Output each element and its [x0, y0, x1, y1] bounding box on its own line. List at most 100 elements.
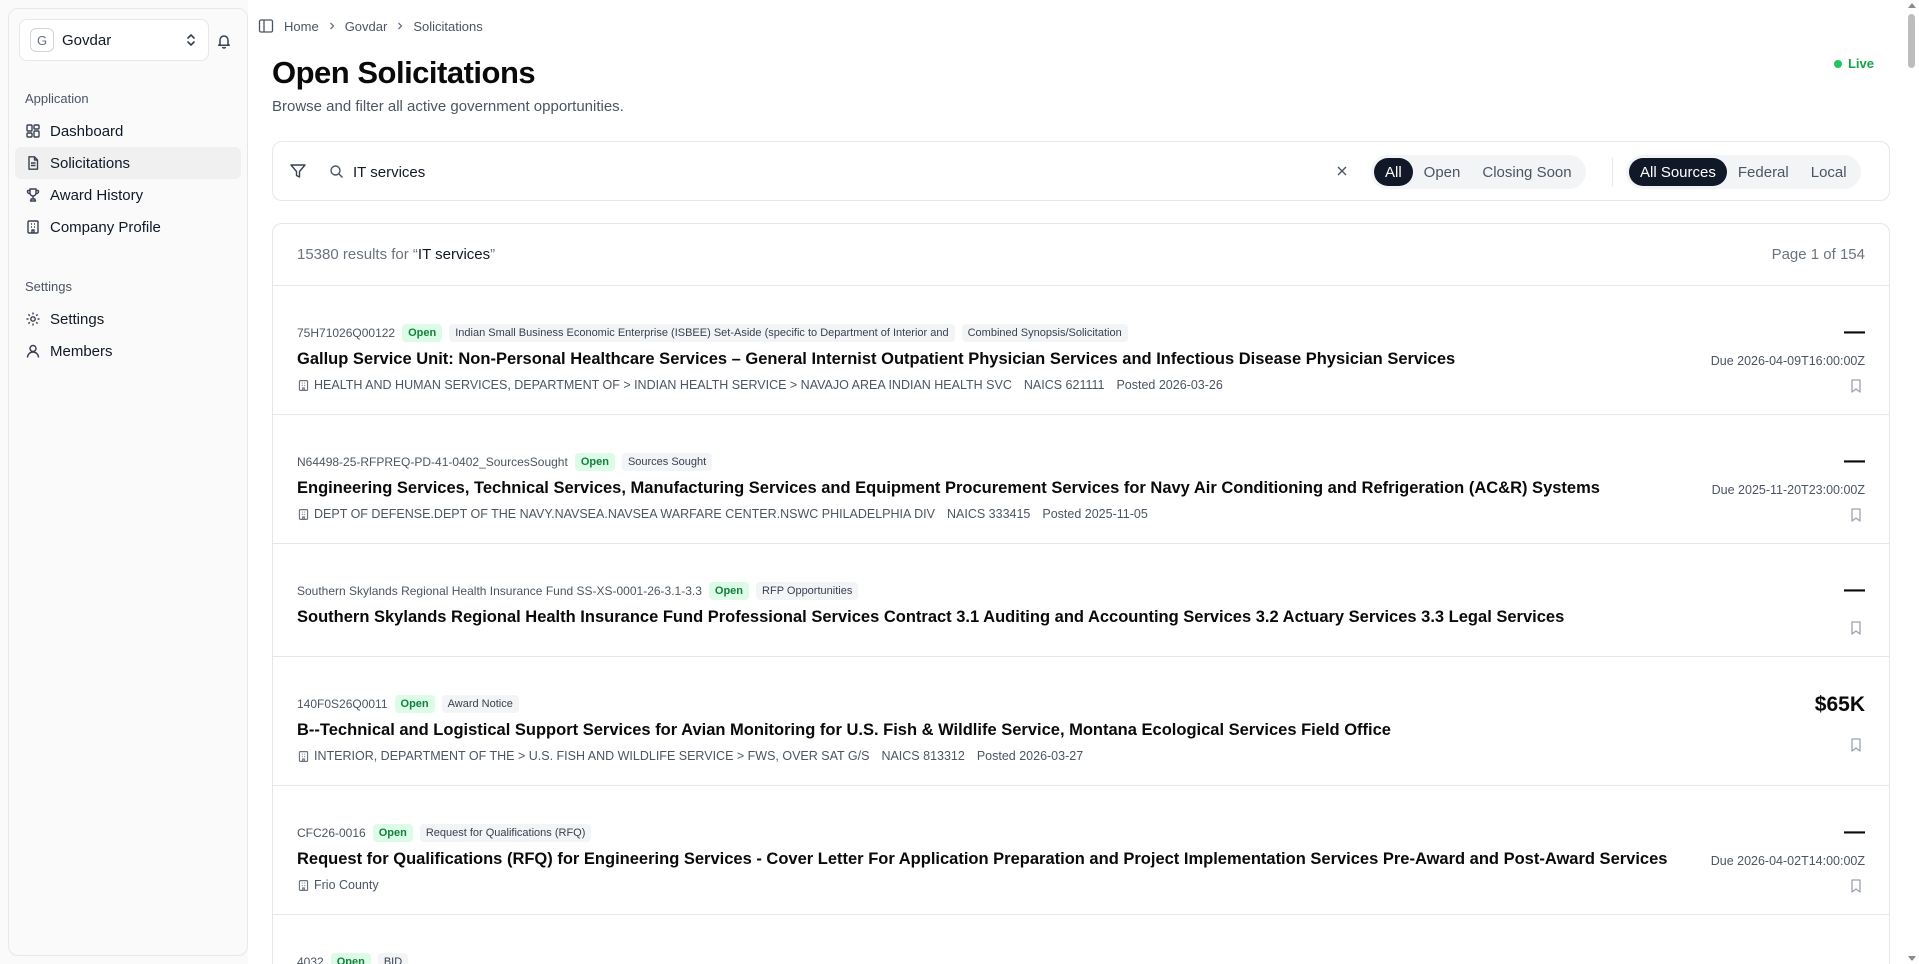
solicitation-title[interactable]: Southern Skylands Regional Health Insura…	[297, 608, 1865, 627]
breadcrumb-home[interactable]: Home	[284, 19, 319, 34]
notice-type-badge: BID	[377, 953, 409, 964]
filter-icon[interactable]	[289, 162, 307, 180]
status-badge: Open	[372, 824, 413, 842]
scroll-down-arrow-icon[interactable]	[1908, 956, 1916, 961]
solicitation-id: 140F0S26Q0011	[297, 697, 388, 711]
scroll-up-arrow-icon[interactable]	[1908, 3, 1916, 8]
status-badge: Open	[402, 324, 443, 342]
gear-icon	[26, 312, 40, 326]
close-icon[interactable]	[1335, 164, 1349, 178]
due-date: Due 2026-04-09T16:00:00Z	[1710, 354, 1865, 368]
sidebar: G Govdar Application Dashboard Solicitat…	[8, 8, 248, 956]
sidebar-item-label: Award History	[50, 186, 144, 204]
solicitation-row[interactable]: 140F0S26Q0011 Open Award Notice B--Techn…	[273, 657, 1889, 786]
document-icon	[28, 156, 39, 170]
workspace-name: Govdar	[62, 31, 112, 49]
award-amount: —	[1844, 820, 1865, 843]
status-badge: Open	[708, 582, 750, 600]
row-meta: 140F0S26Q0011 Open Award Notice	[297, 657, 1865, 713]
solicitation-row[interactable]: 75H71026Q00122 Open Indian Small Busines…	[273, 286, 1889, 415]
sidebar-item-label: Dashboard	[50, 122, 124, 140]
scrollbar-thumb[interactable]	[1908, 14, 1915, 68]
status-filter-all[interactable]: All	[1374, 158, 1413, 186]
sidebar-item-solicitations[interactable]: Solicitations	[15, 147, 241, 179]
notice-type-badge: Combined Synopsis/Solicitation	[961, 324, 1128, 342]
bookmark-icon[interactable]	[1849, 878, 1863, 894]
nav-heading: Settings	[25, 279, 72, 294]
bookmark-icon[interactable]	[1849, 620, 1863, 636]
nav-heading: Application	[25, 91, 89, 106]
notice-type-badge: RFP Opportunities	[756, 582, 859, 600]
row-meta: 4032 Open BID	[297, 915, 1865, 964]
status-badge: Open	[394, 695, 435, 713]
sidebar-item-award-history[interactable]: Award History	[15, 179, 241, 211]
row-agency: HEALTH AND HUMAN SERVICES, DEPARTMENT OF…	[297, 378, 1865, 392]
notice-type-badge: Request for Qualifications (RFQ)	[419, 824, 592, 842]
status-filter-open[interactable]: Open	[1413, 158, 1472, 186]
solicitation-id: Southern Skylands Regional Health Insura…	[297, 584, 702, 598]
building-icon	[298, 508, 309, 520]
sidebar-item-company-profile[interactable]: Company Profile	[15, 211, 241, 243]
due-date: Due 2025-11-20T23:00:00Z	[1711, 483, 1865, 497]
row-meta: CFC26-0016 Open Request for Qualificatio…	[297, 786, 1865, 842]
naics-code: NAICS 813312	[881, 749, 965, 763]
award-amount: —	[1844, 320, 1865, 343]
source-filter-local[interactable]: Local	[1800, 158, 1858, 186]
solicitation-row[interactable]: CFC26-0016 Open Request for Qualificatio…	[273, 786, 1889, 915]
set-aside-badge: Indian Small Business Economic Enterpris…	[449, 324, 955, 342]
live-status: Live	[1833, 56, 1874, 71]
bookmark-icon[interactable]	[1849, 507, 1863, 523]
sidebar-item-label: Company Profile	[50, 218, 161, 236]
building-icon	[298, 879, 309, 891]
building-icon	[27, 220, 39, 234]
chevron-up-down-icon	[187, 34, 195, 46]
status-filter-group: All Open Closing Soon	[1371, 155, 1586, 189]
building-icon	[298, 379, 309, 391]
breadcrumb-solicitations: Solicitations	[413, 18, 483, 34]
solicitation-title[interactable]: Engineering Services, Technical Services…	[297, 479, 1865, 498]
results-header: 15380 results for “IT services” Page 1 o…	[273, 224, 1889, 286]
results-count: 15380 results for “IT services”	[297, 246, 495, 263]
due-date: Due 2026-04-02T14:00:00Z	[1710, 854, 1865, 868]
solicitation-title[interactable]: Gallup Service Unit: Non-Personal Health…	[297, 350, 1865, 369]
workspace-avatar: G	[30, 28, 54, 52]
solicitation-row[interactable]: N64498-25-RFPREQ-PD-41-0402_SourcesSough…	[273, 415, 1889, 544]
row-agency: Frio County	[297, 878, 1865, 892]
bookmark-icon[interactable]	[1849, 737, 1863, 753]
sidebar-item-label: Solicitations	[50, 154, 131, 172]
results-query: IT services	[417, 246, 491, 263]
award-amount: —	[1844, 578, 1865, 601]
breadcrumb-govdar[interactable]: Govdar	[345, 19, 388, 34]
bell-icon[interactable]	[214, 31, 234, 51]
chevron-right-icon	[329, 22, 335, 30]
workspace-switcher[interactable]: G Govdar	[19, 19, 209, 61]
live-dot-icon	[1833, 59, 1842, 68]
source-filter-federal[interactable]: Federal	[1727, 158, 1800, 186]
solicitation-row[interactable]: Southern Skylands Regional Health Insura…	[273, 544, 1889, 657]
notice-type-badge: Award Notice	[441, 695, 519, 713]
results-count-number: 15380	[297, 246, 339, 263]
agency-name: Frio County	[314, 878, 379, 892]
filter-bar: All Open Closing Soon All Sources Federa…	[272, 141, 1890, 201]
trophy-icon	[26, 188, 40, 202]
solicitation-row[interactable]: 4032 Open BID	[273, 915, 1889, 964]
search-input[interactable]	[353, 157, 1153, 187]
posted-date: Posted 2026-03-27	[976, 749, 1084, 763]
source-filter-all[interactable]: All Sources	[1629, 158, 1727, 186]
main-content: Home Govdar Solicitations Live Open Soli…	[248, 0, 1904, 964]
sidebar-item-label: Members	[50, 342, 113, 360]
sidebar-toggle-icon[interactable]	[258, 18, 274, 34]
solicitation-title[interactable]: B--Technical and Logistical Support Serv…	[297, 721, 1865, 740]
status-filter-closing-soon[interactable]: Closing Soon	[1471, 158, 1582, 186]
source-filter-group: All Sources Federal Local	[1626, 155, 1861, 189]
solicitation-title[interactable]: Request for Qualifications (RFQ) for Eng…	[297, 850, 1865, 869]
bookmark-icon[interactable]	[1849, 378, 1863, 394]
sidebar-item-members[interactable]: Members	[15, 335, 241, 367]
sidebar-item-settings[interactable]: Settings	[15, 303, 241, 335]
solicitation-id: CFC26-0016	[297, 826, 366, 840]
solicitation-id: 4032	[297, 955, 324, 964]
results-close-quote: ”	[490, 246, 496, 263]
divider	[1612, 158, 1613, 186]
page-scrollbar[interactable]	[1904, 0, 1919, 964]
sidebar-item-dashboard[interactable]: Dashboard	[15, 115, 241, 147]
